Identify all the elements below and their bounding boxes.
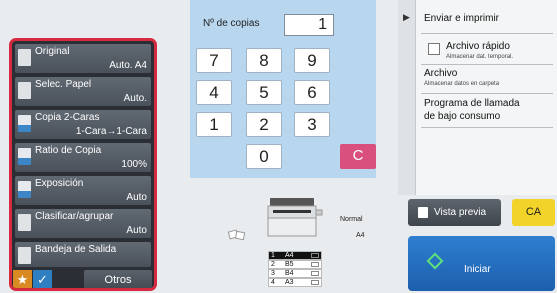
preview-icon xyxy=(418,207,428,218)
start-button[interactable]: Iniciar xyxy=(408,236,555,291)
collapse-arrow-icon: ▶ xyxy=(403,12,410,22)
collapse-panel-button[interactable]: ▶ xyxy=(398,0,416,195)
tray-4[interactable]: 4 A3 xyxy=(268,278,322,287)
favorite-star-icon[interactable]: ★ xyxy=(13,270,32,288)
sort-group-button[interactable]: Clasificar/agrupar Auto xyxy=(15,209,151,238)
paper-select-button[interactable]: Selec. Papel Auto. xyxy=(15,77,151,106)
low-power-link-line1[interactable]: Programa de llamada xyxy=(424,98,520,109)
file-link[interactable]: Archivo xyxy=(424,68,457,79)
function-panel: Original Auto. A4 Selec. Papel Auto. Cop… xyxy=(9,38,157,291)
printer-illustration xyxy=(265,196,323,238)
divider xyxy=(421,127,553,128)
document-icon xyxy=(18,49,31,66)
tray-3[interactable]: 3 B4 xyxy=(268,269,322,278)
key-8[interactable]: 8 xyxy=(246,48,282,73)
send-and-print-link[interactable]: Enviar e imprimir xyxy=(424,13,499,24)
key-1[interactable]: 1 xyxy=(196,112,232,137)
tray-level-icon xyxy=(311,253,319,258)
duplex-icon xyxy=(18,115,31,132)
low-power-link-line2[interactable]: de bajo consumo xyxy=(424,111,500,122)
file-sublabel: Almacenar datos en carpeta xyxy=(424,81,500,87)
output-tray-button[interactable]: Bandeja de Salida xyxy=(15,242,151,267)
start-diamond-icon xyxy=(426,252,444,270)
tray-level-icon xyxy=(311,280,319,285)
check-icon[interactable]: ✓ xyxy=(33,270,52,288)
key-2[interactable]: 2 xyxy=(246,112,282,137)
copies-label: Nº de copias xyxy=(203,18,260,29)
key-5[interactable]: 5 xyxy=(246,80,282,105)
key-3[interactable]: 3 xyxy=(294,112,330,137)
preview-button[interactable]: Vista previa xyxy=(408,199,501,226)
ratio-icon xyxy=(18,148,31,165)
clear-key[interactable]: C xyxy=(340,144,376,169)
sort-icon xyxy=(18,214,31,231)
copies-count-field[interactable]: 1 xyxy=(284,14,334,36)
tray-level-icon xyxy=(311,262,319,267)
key-4[interactable]: 4 xyxy=(196,80,232,105)
copy-ratio-button[interactable]: Ratio de Copia 100% xyxy=(15,143,151,172)
tray-2[interactable]: 2 B5 xyxy=(268,260,322,269)
key-0[interactable]: 0 xyxy=(246,144,282,169)
quick-file-checkbox[interactable] xyxy=(428,43,440,55)
divider xyxy=(421,33,553,34)
paper-size-label: A4 xyxy=(356,232,365,239)
clear-all-button[interactable]: CA xyxy=(512,199,555,226)
exposure-button[interactable]: Exposición Auto xyxy=(15,176,151,205)
key-9[interactable]: 9 xyxy=(294,48,330,73)
scan-sheets-icon xyxy=(227,228,248,242)
tray-level-icon xyxy=(311,271,319,276)
quick-file-sublabel: Almacenar dat. temporal. xyxy=(446,54,514,60)
tray-icon xyxy=(18,247,31,264)
key-6[interactable]: 6 xyxy=(294,80,330,105)
divider xyxy=(421,93,553,94)
paper-icon xyxy=(18,82,31,99)
quick-file-label[interactable]: Archivo rápido xyxy=(446,41,510,52)
exposure-icon xyxy=(18,181,31,198)
tray-1[interactable]: 1 A4 xyxy=(268,251,322,260)
others-button[interactable]: Otros xyxy=(84,270,152,288)
duplex-copy-button[interactable]: Copia 2-Caras 1-Cara→1-Cara xyxy=(15,110,151,139)
original-button[interactable]: Original Auto. A4 xyxy=(15,44,151,73)
divider xyxy=(421,64,553,65)
key-7[interactable]: 7 xyxy=(196,48,232,73)
paper-type-label: Normal xyxy=(340,216,363,223)
